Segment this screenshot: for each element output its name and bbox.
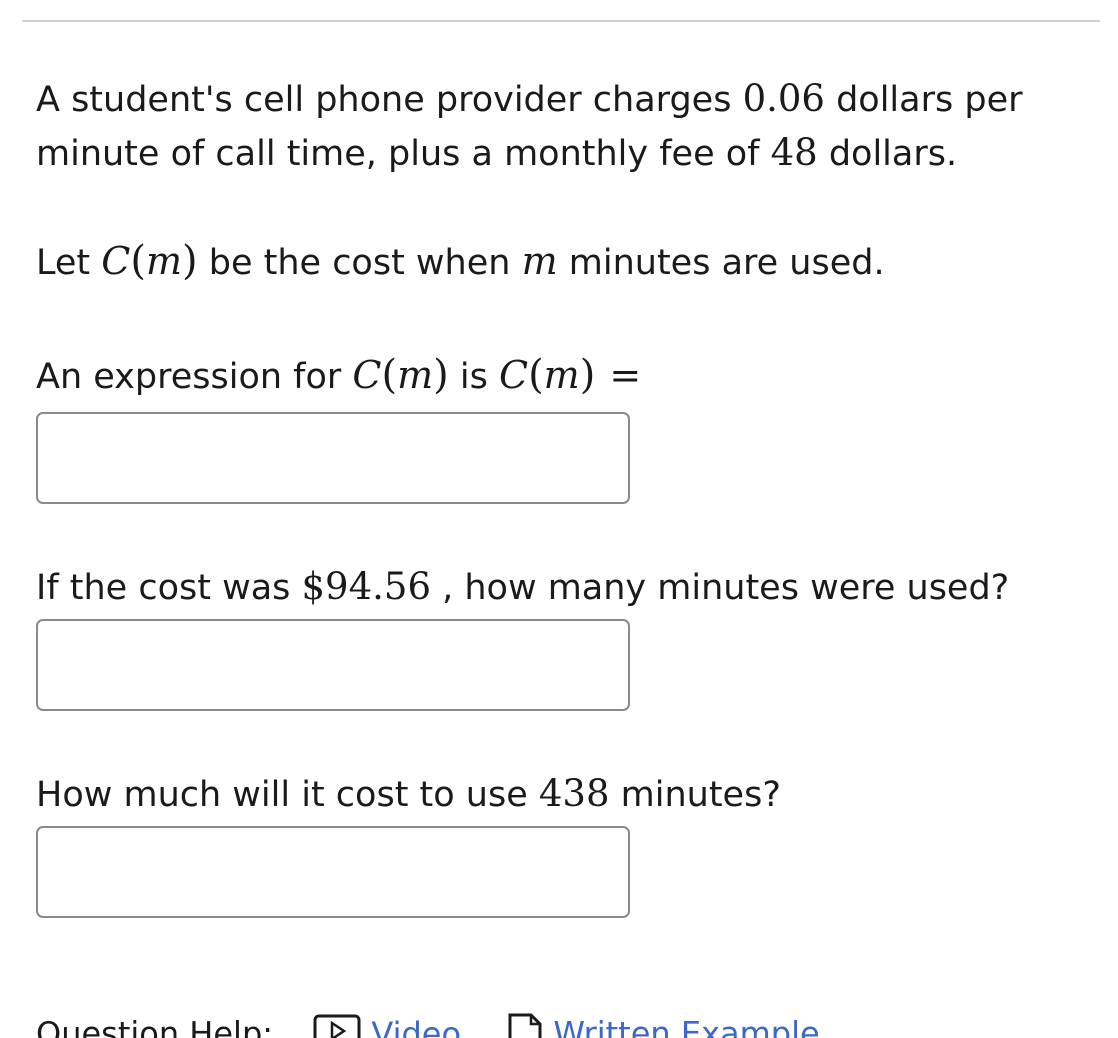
math-paren: ): [182, 238, 198, 284]
math-paren: ): [433, 352, 449, 398]
document-icon: [507, 1012, 543, 1038]
math-variable: m: [145, 239, 183, 283]
question-text: minute of call time, plus a monthly fee …: [36, 134, 771, 174]
math-paren: (: [528, 352, 544, 398]
math-equals: =: [609, 353, 642, 397]
prompt-text: minutes?: [609, 775, 781, 815]
math-variable: m: [521, 239, 558, 283]
question-text: A student's cell phone provider charges: [36, 80, 743, 120]
prompt-text: If the cost was: [36, 568, 302, 608]
question-line-1: A student's cell phone provider charges …: [36, 72, 1023, 127]
prompt-text: How much will it cost to use: [36, 775, 539, 815]
question-text: dollars.: [817, 134, 958, 174]
question-help-label: Question Help:: [36, 1014, 274, 1038]
minutes-answer-input[interactable]: [36, 619, 630, 711]
prompt-text: is: [448, 357, 499, 397]
question-line-2: minute of call time, plus a monthly fee …: [36, 126, 957, 181]
cost-value: $94.56: [301, 565, 431, 608]
cost-answer-input[interactable]: [36, 826, 630, 918]
math-variable: m: [397, 353, 434, 397]
math-paren: ): [579, 352, 596, 398]
video-link-label: Video: [371, 1014, 462, 1038]
definition-text: be the cost when: [197, 243, 522, 283]
written-example-link[interactable]: Written Example: [507, 1012, 820, 1038]
math-variable: m: [543, 353, 580, 397]
part2-prompt: If the cost was $94.56 , how many minute…: [36, 560, 1009, 615]
top-divider: [22, 20, 1100, 22]
definition-text: Let: [36, 243, 102, 283]
expression-answer-input[interactable]: [36, 412, 630, 504]
question-page: A student's cell phone provider charges …: [0, 0, 1118, 1038]
video-link[interactable]: Video: [313, 1014, 461, 1038]
fee-value: 48: [770, 131, 818, 174]
written-example-label: Written Example: [553, 1014, 820, 1038]
math-paren: (: [130, 238, 146, 284]
question-help-row: Question Help: Video Written Example: [36, 1012, 820, 1038]
rate-value: 0.06: [742, 77, 825, 120]
math-function: C: [498, 353, 529, 397]
question-text: dollars per: [824, 80, 1023, 120]
prompt-text: An expression for: [36, 357, 353, 397]
prompt-text: , how many minutes were used?: [430, 568, 1010, 608]
definition-line: Let C(m) be the cost when m minutes are …: [36, 234, 885, 290]
minutes-value: 438: [538, 772, 610, 815]
math-function: C: [352, 353, 382, 397]
math-paren: (: [381, 352, 398, 398]
math-function: C: [101, 239, 131, 283]
definition-text: minutes are used.: [557, 243, 885, 283]
video-icon: [313, 1014, 361, 1038]
part1-prompt: An expression for C(m) is C(m) =: [36, 348, 641, 404]
part3-prompt: How much will it cost to use 438 minutes…: [36, 767, 781, 822]
